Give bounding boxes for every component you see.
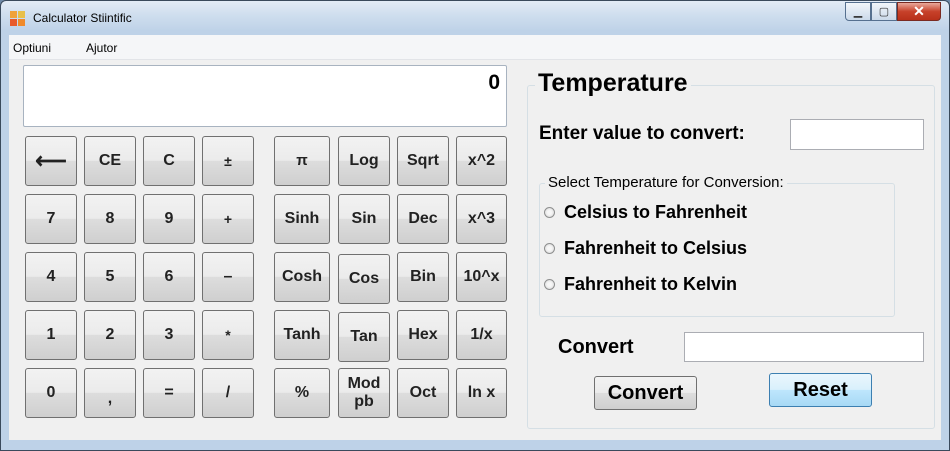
mod-label-line1: Mod — [347, 375, 381, 392]
radio-label: Fahrenheit to Celsius — [564, 238, 748, 258]
comma-button[interactable]: , — [84, 368, 136, 418]
enter-value-label: Enter value to convert: — [539, 123, 745, 144]
x-squared-button[interactable]: x^2 — [456, 136, 507, 186]
app-window: Calculator Stiintific ▁ ▢ ✕ Optiuni Ajut… — [0, 0, 950, 451]
reset-button[interactable]: Reset — [769, 373, 872, 407]
equals-button[interactable]: = — [143, 368, 195, 418]
close-button[interactable]: ✕ — [897, 2, 941, 21]
natural-log-button[interactable]: ln x — [456, 368, 507, 418]
backspace-icon: ⟵ — [35, 148, 67, 173]
backspace-button[interactable]: ⟵ — [25, 136, 77, 186]
pi-button[interactable]: π — [274, 136, 330, 186]
temperature-input[interactable] — [790, 119, 924, 150]
x-cubed-button[interactable]: x^3 — [456, 194, 507, 244]
radio-fahrenheit-to-celsius[interactable]: Fahrenheit to Celsius — [544, 238, 747, 259]
digit-2-button[interactable]: 2 — [84, 310, 136, 360]
clear-entry-button[interactable]: CE — [84, 136, 136, 186]
radio-celsius-to-fahrenheit[interactable]: Celsius to Fahrenheit — [544, 202, 747, 223]
digit-8-button[interactable]: 8 — [84, 194, 136, 244]
sqrt-button[interactable]: Sqrt — [397, 136, 449, 186]
menu-bar: Optiuni Ajutor — [9, 35, 941, 60]
display-value: 0 — [488, 71, 500, 94]
radio-circle — [544, 279, 555, 290]
radio-label: Celsius to Fahrenheit — [564, 202, 748, 222]
log-button[interactable]: Log — [338, 136, 390, 186]
conversion-type-title: Select Temperature for Conversion: — [545, 174, 787, 191]
reciprocal-button[interactable]: 1/x — [456, 310, 507, 360]
convert-button[interactable]: Convert — [594, 376, 697, 410]
digit-5-button[interactable]: 5 — [84, 252, 136, 302]
sin-button[interactable]: Sin — [338, 194, 390, 244]
client-area: Optiuni Ajutor 0 ⟵ CE C ± π Log Sqrt x^2… — [9, 35, 941, 440]
result-output[interactable] — [684, 332, 924, 362]
digit-6-button[interactable]: 6 — [143, 252, 195, 302]
sinh-button[interactable]: Sinh — [274, 194, 330, 244]
menu-help[interactable]: Ajutor — [86, 41, 117, 55]
temperature-group-title: Temperature — [535, 69, 691, 98]
mod-label-line2: pb — [354, 393, 374, 410]
title-bar[interactable]: Calculator Stiintific ▁ ▢ ✕ — [1, 1, 949, 35]
binary-button[interactable]: Bin — [397, 252, 449, 302]
radio-circle — [544, 243, 555, 254]
digit-1-button[interactable]: 1 — [25, 310, 77, 360]
digit-0-button[interactable]: 0 — [25, 368, 77, 418]
cosh-button[interactable]: Cosh — [274, 252, 330, 302]
add-button[interactable]: + — [202, 194, 254, 244]
clear-button[interactable]: C — [143, 136, 195, 186]
subtract-button[interactable]: – — [202, 252, 254, 302]
maximize-icon: ▢ — [878, 6, 890, 18]
hex-button[interactable]: Hex — [397, 310, 449, 360]
multiply-button[interactable]: * — [202, 310, 254, 360]
plus-minus-button[interactable]: ± — [202, 136, 254, 186]
divide-button[interactable]: / — [202, 368, 254, 418]
digit-4-button[interactable]: 4 — [25, 252, 77, 302]
minimize-button[interactable]: ▁ — [845, 2, 871, 21]
tanh-button[interactable]: Tanh — [274, 310, 330, 360]
radio-circle — [544, 207, 555, 218]
minimize-icon: ▁ — [853, 6, 863, 18]
radio-label: Fahrenheit to Kelvin — [564, 274, 738, 294]
result-label: Convert — [558, 336, 634, 358]
radio-fahrenheit-to-kelvin[interactable]: Fahrenheit to Kelvin — [544, 274, 737, 295]
octal-button[interactable]: Oct — [397, 368, 449, 418]
close-icon: ✕ — [913, 3, 925, 19]
decimal-button[interactable]: Dec — [397, 194, 449, 244]
ten-power-x-button[interactable]: 10^x — [456, 252, 507, 302]
calculator-display: 0 — [23, 65, 507, 127]
digit-3-button[interactable]: 3 — [143, 310, 195, 360]
digit-7-button[interactable]: 7 — [25, 194, 77, 244]
window-title: Calculator Stiintific — [33, 11, 132, 25]
percent-button[interactable]: % — [274, 368, 330, 418]
digit-9-button[interactable]: 9 — [143, 194, 195, 244]
cos-button[interactable]: Cos — [338, 254, 390, 304]
calculator-app-icon — [10, 11, 26, 27]
maximize-button[interactable]: ▢ — [871, 2, 897, 21]
mod-button[interactable]: Mod pb — [338, 368, 390, 418]
tan-button[interactable]: Tan — [338, 312, 390, 362]
menu-options[interactable]: Optiuni — [13, 41, 51, 55]
window-controls: ▁ ▢ ✕ — [845, 2, 941, 22]
